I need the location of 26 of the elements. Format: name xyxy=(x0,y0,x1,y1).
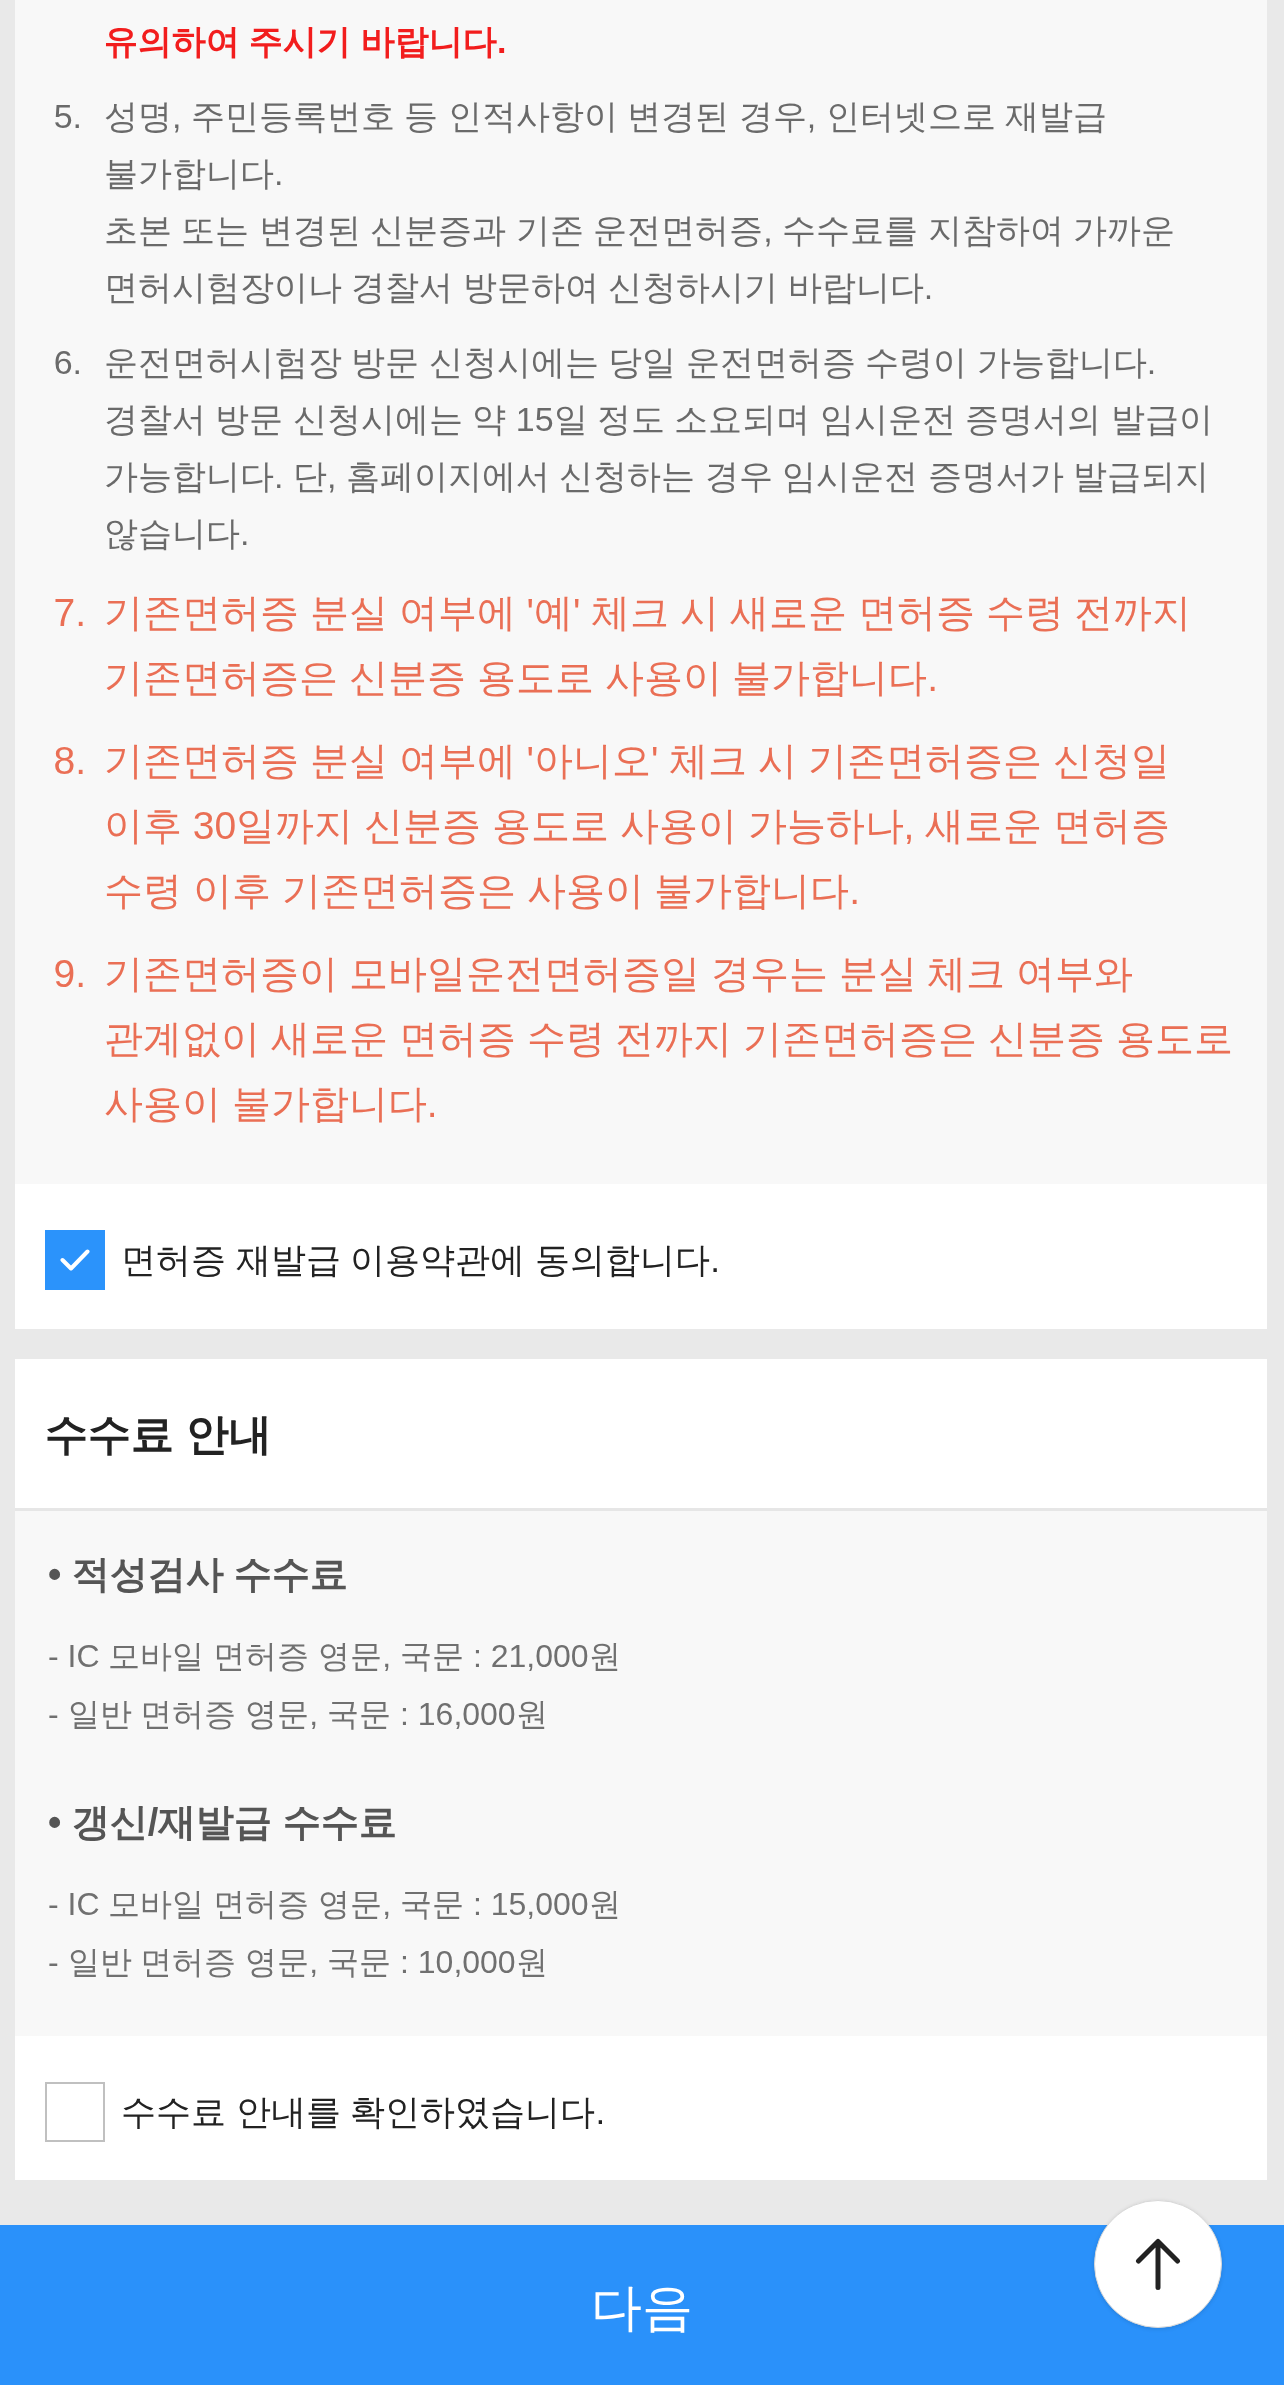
fee-heading: • 적성검사 수수료 xyxy=(48,1552,350,1597)
fee-line: - IC 모바일 면허증 영문, 국문 : 21,000원 xyxy=(48,1637,622,1676)
checkbox-label[interactable]: 면허증 재발급 이용약관에 동의합니다. xyxy=(121,1230,720,1290)
fee-line: - 일반 면허증 영문, 국문 : 16,000원 xyxy=(48,1695,549,1734)
list-number: 8. xyxy=(52,738,87,784)
fee-line: - 일반 면허증 영문, 국문 : 10,000원 xyxy=(48,1943,549,1982)
checkbox[interactable] xyxy=(45,2082,105,2142)
fee-line: - IC 모바일 면허증 영문, 국문 : 15,000원 xyxy=(48,1885,622,1924)
check-icon xyxy=(60,1249,90,1271)
section-title: 수수료 안내 xyxy=(45,1408,272,1460)
checkbox-label[interactable]: 수수료 안내를 확인하였습니다. xyxy=(121,2082,606,2142)
notice-text: 성명, 주민등록번호 등 인적사항이 변경된 경우, 인터넷으로 재발급 불가합니다. xyxy=(104,96,1109,194)
notice-emphasis-text: 유의하여 주시기 바랍니다. xyxy=(104,21,508,62)
notice-warning-text: 기존면허증 분실 여부에 '예' 체크 시 새로운 면허증 수령 전까지 기존면허증은 신분증 용도로 사용이 불가합니다. xyxy=(104,590,1193,701)
notice-text: 경찰서 방문 신청시에는 약 15일 정도 소요되며 임시운전 증명서의 발급이 가능합니다. 단, 홈페이지에서 신청하는 경우 임시운전 증명서가 발급되지 않습니다. xyxy=(104,399,1214,554)
checkbox[interactable] xyxy=(45,1230,105,1290)
notice-text: 초본 또는 변경된 신분증과 기존 운전면허증, 수수료를 지참하여 가까운 면허시험장이나 경찰서 방문하여 신청하시기 바랍니다. xyxy=(104,210,1177,308)
notice-warning-text: 기존면허증이 모바일운전면허증일 경우는 분실 체크 여부와 관계없이 새로운 면허증 수령 전까지 기존면허증은 신분증 용도로 사용이 불가합니다. xyxy=(104,951,1234,1127)
notice-text: 운전면허시험장 방문 신청시에는 당일 운전면허증 수령이 가능합니다. xyxy=(104,342,1158,383)
list-number: 6. xyxy=(52,342,83,383)
arrow-up-icon xyxy=(1135,2238,1181,2290)
fee-heading: • 갱신/재발급 수수료 xyxy=(48,1800,398,1845)
notice-warning-text: 기존면허증 분실 여부에 '아니오' 체크 시 기존면허증은 신청일 이후 30일까지 신분증 용도로 사용이 가능하나, 새로운 면허증 수령 이후 기존면허증은 사용이 불가합니다. xyxy=(104,738,1172,914)
list-number: 9. xyxy=(52,951,87,997)
list-number: 5. xyxy=(52,96,83,137)
list-number: 7. xyxy=(52,590,87,636)
